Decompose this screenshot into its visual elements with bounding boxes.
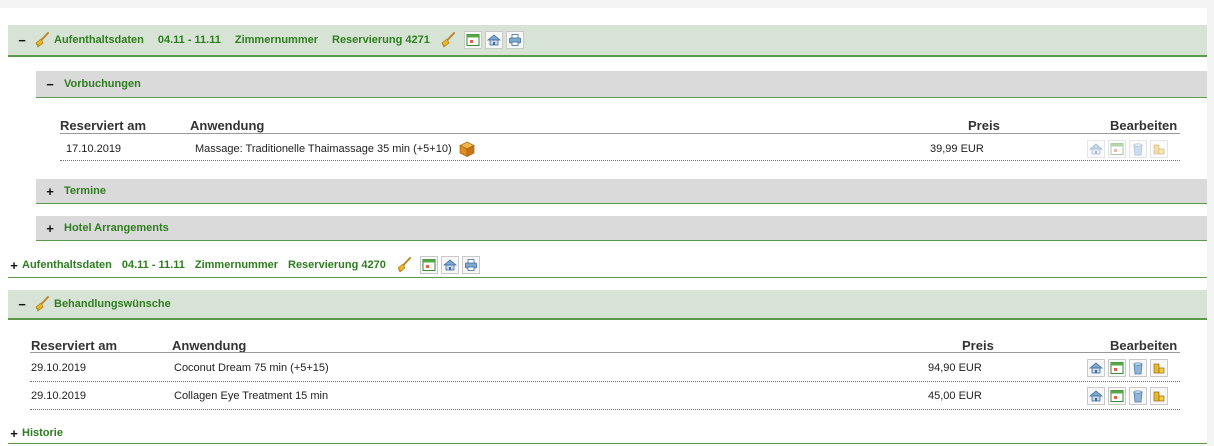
house-icon xyxy=(1089,142,1103,156)
calendar-button[interactable] xyxy=(463,31,482,49)
col-header-edit: Bearbeiten xyxy=(1110,338,1178,353)
calendar-icon xyxy=(466,33,480,47)
section-title[interactable]: Vorbuchungen xyxy=(64,78,141,90)
cell-application[interactable]: Collagen Eye Treatment 15 min xyxy=(174,390,328,402)
section-treatment-wishes: − Behandlungswünsche xyxy=(8,290,1207,320)
application-name[interactable]: Massage: Traditionelle Thaimassage 35 mi… xyxy=(195,143,452,155)
delete-button[interactable] xyxy=(1129,387,1147,405)
house-button[interactable] xyxy=(1087,359,1105,377)
section-title[interactable]: Behandlungswünsche xyxy=(54,298,171,310)
calendar-button[interactable] xyxy=(1108,359,1126,377)
section-hotel-arrangements: + Hotel Arrangements xyxy=(36,216,1207,241)
row-divider xyxy=(30,381,1180,382)
expand-toggle[interactable]: + xyxy=(44,221,56,236)
house-icon xyxy=(487,33,501,47)
col-header-date: Reserviert am xyxy=(60,118,146,133)
reservation-label: Reservierung 4270 xyxy=(288,259,386,271)
house-button[interactable] xyxy=(1087,387,1105,405)
broom-icon[interactable] xyxy=(396,257,412,273)
calendar-button[interactable] xyxy=(1108,140,1126,158)
billing-button[interactable] xyxy=(1150,387,1168,405)
cell-price: 94,90 EUR xyxy=(928,362,982,374)
expand-toggle[interactable]: + xyxy=(8,426,20,441)
calendar-icon xyxy=(1110,389,1124,403)
col-header-edit: Bearbeiten xyxy=(1110,118,1178,133)
expand-toggle[interactable]: + xyxy=(8,258,20,273)
section-title[interactable]: Termine xyxy=(64,185,106,197)
collapse-toggle[interactable]: − xyxy=(16,33,28,48)
collapse-toggle[interactable]: − xyxy=(44,77,56,92)
col-header-application: Anwendung xyxy=(190,118,265,133)
stay-header-4271: − Aufenthaltsdaten 04.11 - 11.11 Zimmern… xyxy=(8,25,1207,57)
house-icon xyxy=(1089,389,1103,403)
billing-button[interactable] xyxy=(1150,359,1168,377)
calendar-icon xyxy=(1110,142,1124,156)
row-actions xyxy=(1084,359,1168,377)
trash-icon xyxy=(1131,389,1145,403)
trash-icon xyxy=(1131,142,1145,156)
reservation-label: Reservierung 4271 xyxy=(332,34,430,46)
section-appointments: + Termine xyxy=(36,179,1207,204)
stay-dates: 04.11 - 11.11 xyxy=(157,34,221,46)
row-divider xyxy=(60,160,1180,161)
calendar-button[interactable] xyxy=(419,256,438,274)
coins-icon xyxy=(1152,361,1166,375)
broom-icon[interactable] xyxy=(440,32,456,48)
col-header-date: Reserviert am xyxy=(31,338,117,353)
house-icon xyxy=(443,258,457,272)
delete-button[interactable] xyxy=(1129,140,1147,158)
house-button[interactable] xyxy=(484,31,503,49)
cell-date: 29.10.2019 xyxy=(31,390,87,402)
cell-application: Massage: Traditionelle Thaimassage 35 mi… xyxy=(195,140,476,158)
stay-title[interactable]: Aufenthaltsdaten xyxy=(22,259,112,271)
house-button[interactable] xyxy=(440,256,459,274)
cell-date: 29.10.2019 xyxy=(31,362,87,374)
top-strip xyxy=(0,0,1207,8)
house-icon xyxy=(1089,361,1103,375)
printer-icon xyxy=(508,33,522,47)
row-actions xyxy=(1084,140,1168,158)
cell-application[interactable]: Coconut Dream 75 min (+5+15) xyxy=(174,362,329,374)
col-header-price: Preis xyxy=(962,338,994,353)
coins-icon xyxy=(1152,389,1166,403)
delete-button[interactable] xyxy=(1129,359,1147,377)
house-button[interactable] xyxy=(1087,140,1105,158)
broom-icon xyxy=(34,32,50,48)
trash-icon xyxy=(1131,361,1145,375)
section-history: + Historie xyxy=(8,423,1207,444)
cell-price: 39,99 EUR xyxy=(930,143,984,155)
print-button[interactable] xyxy=(505,31,524,49)
page: − Aufenthaltsdaten 04.11 - 11.11 Zimmern… xyxy=(0,0,1207,446)
section-title[interactable]: Hotel Arrangements xyxy=(64,222,169,234)
coins-icon xyxy=(1152,142,1166,156)
table-header-rule xyxy=(30,352,1180,353)
room-number-label: Zimmernummer xyxy=(194,259,278,271)
section-prebookings: − Vorbuchungen xyxy=(36,71,1207,98)
table-header-rule xyxy=(60,133,1180,134)
cell-date: 17.10.2019 xyxy=(66,143,122,155)
package-icon xyxy=(458,140,476,158)
col-header-price: Preis xyxy=(968,118,1000,133)
stay-header-4270: + Aufenthaltsdaten 04.11 - 11.11 Zimmern… xyxy=(8,253,1207,278)
print-button[interactable] xyxy=(461,256,480,274)
row-actions xyxy=(1084,387,1168,405)
cell-price: 45,00 EUR xyxy=(928,390,982,402)
calendar-icon xyxy=(1110,361,1124,375)
stay-title[interactable]: Aufenthaltsdaten xyxy=(54,34,144,46)
printer-icon xyxy=(464,258,478,272)
stay-dates: 04.11 - 11.11 xyxy=(121,259,185,271)
calendar-button[interactable] xyxy=(1108,387,1126,405)
broom-icon xyxy=(34,296,50,312)
billing-button[interactable] xyxy=(1150,140,1168,158)
row-divider xyxy=(30,409,1180,410)
room-number-label: Zimmernummer xyxy=(234,34,318,46)
section-title[interactable]: Historie xyxy=(22,427,63,439)
collapse-toggle[interactable]: − xyxy=(16,297,28,312)
calendar-icon xyxy=(422,258,436,272)
expand-toggle[interactable]: + xyxy=(44,184,56,199)
col-header-application: Anwendung xyxy=(172,338,247,353)
